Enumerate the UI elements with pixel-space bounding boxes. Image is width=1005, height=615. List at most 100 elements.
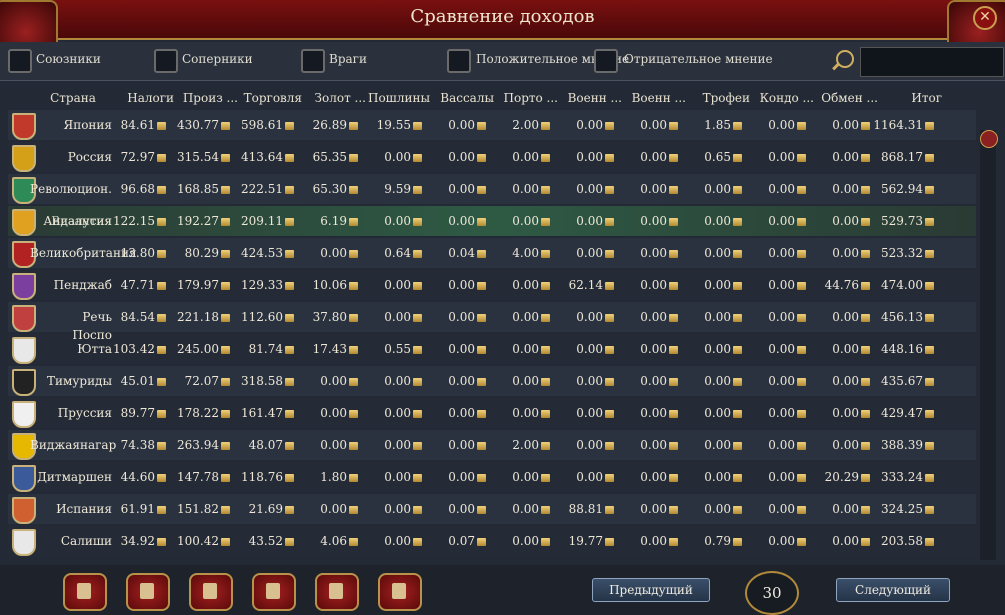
- rivals-checkbox[interactable]: [154, 49, 178, 73]
- ducat-icon: [733, 314, 742, 322]
- column-header[interactable]: Страна: [38, 91, 108, 105]
- cell-value: 65.35: [312, 150, 347, 164]
- cell-value: 0.00: [832, 246, 859, 260]
- table-row[interactable]: Речь 84.54 221.18 112.60 37.80 0.00 0.00 0.00 0.…: [8, 302, 976, 332]
- column-header[interactable]: Обмен ...: [814, 91, 878, 105]
- cell-value: 2.00: [512, 118, 539, 132]
- previous-button[interactable]: Предыдущий: [592, 578, 710, 602]
- positive-opinion-checkbox[interactable]: [447, 49, 471, 73]
- column-header[interactable]: Золот ...: [302, 91, 366, 105]
- value-cell: 13.80: [102, 246, 166, 260]
- cell-value: 0.00: [512, 214, 539, 228]
- cell-value: 0.00: [320, 438, 347, 452]
- next-button[interactable]: Следующий: [836, 578, 950, 602]
- value-cell: 0.00: [678, 470, 742, 484]
- table-row[interactable]: Ютта 103.42 245.00 81.74 17.43 0.55 0.00 0.00 0.…: [8, 334, 976, 364]
- value-cell: 0.00: [486, 406, 550, 420]
- ducat-icon: [797, 378, 806, 386]
- scrollbar[interactable]: [980, 130, 996, 560]
- column-header[interactable]: Военн ...: [558, 91, 622, 105]
- column-header[interactable]: Трофеи: [686, 91, 750, 105]
- value-cell: 0.00: [550, 374, 614, 388]
- table-row[interactable]: Виджаянагар 74.38 263.94 48.07 0.00 0.00 0.00 2…: [8, 430, 976, 460]
- country-name: Пенджаб: [53, 278, 112, 292]
- column-header[interactable]: Кондо ...: [750, 91, 814, 105]
- table-row[interactable]: Революцион. 96.68 168.85 222.51 65.30 9.59 0.0…: [8, 174, 976, 204]
- table-row[interactable]: Тимуриды 45.01 72.07 318.58 0.00 0.00 0.00 0.00…: [8, 366, 976, 396]
- value-cell: 168.85: [166, 182, 230, 196]
- value-cell: 62.14: [550, 278, 614, 292]
- table-row[interactable]: Салиши 34.92 100.42 43.52 4.06 0.00 0.07 0.00 19…: [8, 526, 976, 556]
- column-header[interactable]: Налоги: [110, 91, 174, 105]
- ducat-icon: [669, 250, 678, 258]
- column-header[interactable]: Торговля: [238, 91, 302, 105]
- ducat-icon: [669, 378, 678, 386]
- ducat-icon: [605, 378, 614, 386]
- ducat-icon: [925, 186, 934, 194]
- handshake-icon[interactable]: [378, 573, 422, 611]
- cell-value: 0.00: [640, 278, 667, 292]
- cell-value: 0.00: [832, 214, 859, 228]
- cell-value: 0.00: [640, 342, 667, 356]
- value-cell: 0.00: [422, 438, 486, 452]
- ledger-icon[interactable]: [63, 573, 107, 611]
- search-input[interactable]: [860, 47, 1004, 77]
- ducat-icon: [349, 250, 358, 258]
- column-header[interactable]: Военн ...: [622, 91, 686, 105]
- value-cell: 0.00: [806, 342, 870, 356]
- value-cell: 0.00: [614, 470, 678, 484]
- table-row[interactable]: Россия 72.97 315.54 413.64 65.35 0.00 0.00 0.00…: [8, 142, 976, 172]
- search-icon[interactable]: [836, 50, 854, 68]
- ducat-icon: [157, 186, 166, 194]
- country-name: Ютта: [77, 342, 112, 356]
- table-row[interactable]: Дитмаршен 44.60 147.78 118.76 1.80 0.00 0.00 0.…: [8, 462, 976, 492]
- cell-value: 6.19: [320, 214, 347, 228]
- cell-value: 100.42: [177, 534, 219, 548]
- column-header[interactable]: Вассалы: [430, 91, 494, 105]
- ducat-icon: [221, 314, 230, 322]
- column-header[interactable]: Пошлины: [366, 91, 430, 105]
- buildings-icon[interactable]: [315, 573, 359, 611]
- ducat-icon: [221, 346, 230, 354]
- value-cell: 0.00: [614, 534, 678, 548]
- ducat-icon: [797, 154, 806, 162]
- table-row[interactable]: Япония 84.61 430.77 598.61 26.89 19.55 0.00 2.0…: [8, 110, 976, 140]
- column-header[interactable]: Итог: [878, 91, 942, 105]
- cell-value: 430.77: [177, 118, 219, 132]
- ducat-icon: [477, 154, 486, 162]
- flag-icon[interactable]: [126, 573, 170, 611]
- ducat-icon: [861, 282, 870, 290]
- ducat-icon: [413, 506, 422, 514]
- value-cell: 0.00: [550, 214, 614, 228]
- value-cell: 9.59: [358, 182, 422, 196]
- allies-checkbox[interactable]: [8, 49, 32, 73]
- cell-value: 0.00: [448, 502, 475, 516]
- column-header[interactable]: Порто ...: [494, 91, 559, 105]
- cell-value: 0.00: [576, 214, 603, 228]
- enemies-checkbox[interactable]: [301, 49, 325, 73]
- ducat-icon: [157, 442, 166, 450]
- value-cell: 37.80: [294, 310, 358, 324]
- crossed-swords-icon[interactable]: [189, 573, 233, 611]
- cell-value: 0.00: [576, 310, 603, 324]
- table-row[interactable]: Великобритания 13.80 80.29 424.53 0.00 0.64 0.…: [8, 238, 976, 268]
- cell-value: 0.79: [704, 534, 731, 548]
- coins-icon[interactable]: [252, 573, 296, 611]
- close-button[interactable]: ✕: [973, 6, 997, 30]
- cell-value: 0.07: [448, 534, 475, 548]
- cell-value: 0.00: [704, 502, 731, 516]
- ducat-icon: [285, 250, 294, 258]
- table-row[interactable]: Пруссия 89.77 178.22 161.47 0.00 0.00 0.00 0.00…: [8, 398, 976, 428]
- value-cell: 0.00: [486, 310, 550, 324]
- negative-opinion-checkbox[interactable]: [594, 49, 618, 73]
- table-row[interactable]: Испания 61.91 151.82 21.69 0.00 0.00 0.00 0.00 8…: [8, 494, 976, 524]
- value-cell: 0.00: [614, 342, 678, 356]
- cell-value: 1164.31: [873, 118, 923, 132]
- table-row[interactable]: Пенджаб 47.71 179.97 129.33 10.06 0.00 0.00 0.0…: [8, 270, 976, 300]
- table-row[interactable]: Андалусия 122.15 192.27 209.11 6.19 0.00 0.00 0…: [8, 206, 976, 236]
- value-cell: 0.00: [550, 342, 614, 356]
- column-header[interactable]: Произ ...: [174, 91, 238, 105]
- ducat-icon: [861, 218, 870, 226]
- scroll-up-button[interactable]: [980, 130, 998, 148]
- income-table: Страна Налоги Произ ... Торговля Золот ... По…: [8, 86, 976, 562]
